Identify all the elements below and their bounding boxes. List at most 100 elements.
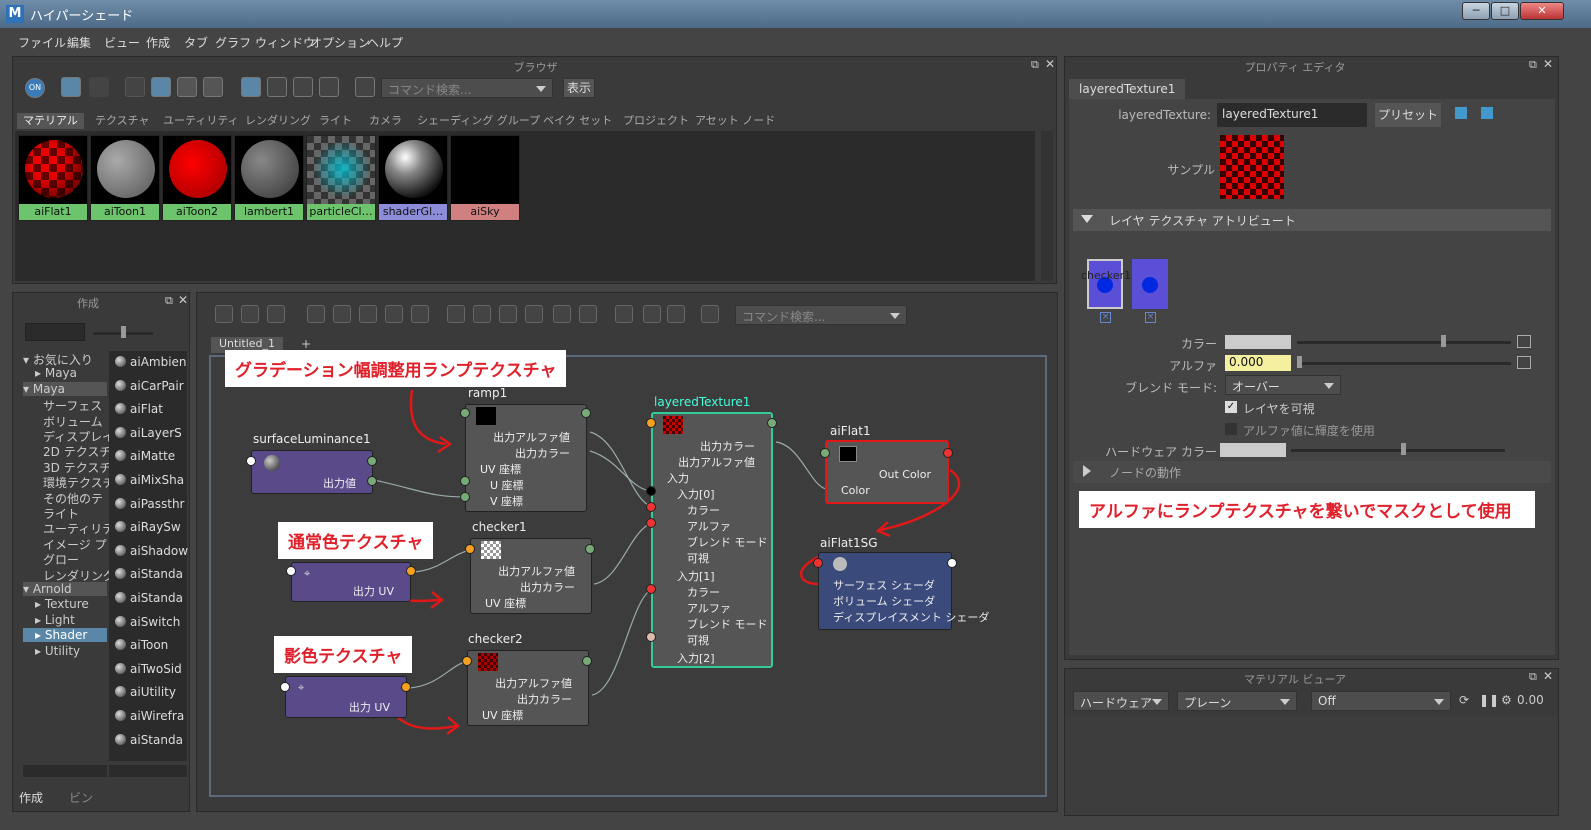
port-label: 出力カラー	[520, 581, 575, 594]
output-port[interactable]	[767, 418, 777, 428]
layer-slot[interactable]	[1132, 259, 1168, 309]
node-checker1[interactable]: 出力アルファ値 出力カラー UV 座標	[470, 538, 592, 614]
output-port[interactable]	[947, 558, 957, 568]
node-surface-luminance[interactable]: 出力値	[251, 450, 373, 494]
pause-icon[interactable]: ❚❚	[1479, 693, 1499, 707]
node-shading-group[interactable]: サーフェス シェーダ ボリューム シェーダ ディスプレイスメント シェーダ	[818, 552, 989, 630]
input-port[interactable]	[646, 486, 656, 496]
alpha-slider[interactable]	[1297, 362, 1511, 365]
port-label: 出力カラー	[517, 693, 572, 706]
alpha-luminance-checkbox[interactable]	[1225, 423, 1237, 435]
wire-lum-to-ramp	[373, 479, 467, 498]
layer-color-dot	[1142, 277, 1158, 293]
hardware-color-slider[interactable]	[1291, 449, 1505, 452]
sample-label: サンプル	[1167, 163, 1215, 177]
color-slider[interactable]	[1297, 341, 1511, 344]
wire-ramp-color	[589, 450, 653, 492]
input-port[interactable]	[646, 584, 656, 594]
port-label: 入力[0]	[677, 488, 715, 501]
node-title-aiflat: aiFlat1	[830, 424, 871, 438]
section-node-behavior[interactable]: ノードの動作	[1073, 461, 1551, 483]
visible-checkbox[interactable]: ✓	[1225, 401, 1237, 413]
node-layered-texture[interactable]: 出力カラー 出力アルファ値 入力 入力[0] カラー アルファ ブレンド モード…	[651, 412, 773, 668]
input-port[interactable]	[462, 656, 472, 666]
map-button-icon[interactable]	[1517, 356, 1531, 369]
port-label: 出力アルファ値	[678, 456, 755, 469]
remove-layer-icon[interactable]: ×	[1145, 312, 1156, 323]
material-viewer-title: マテリアル ビューア	[1244, 673, 1346, 686]
input-port[interactable]	[646, 418, 656, 428]
input-port[interactable]	[820, 448, 830, 458]
float-icon[interactable]: ⧉	[1529, 670, 1537, 684]
red-arrow-ramp	[409, 389, 447, 446]
input-port[interactable]	[646, 502, 656, 512]
port-label: V 座標	[490, 495, 524, 508]
input-port[interactable]	[465, 544, 475, 554]
wire-ramp-alpha	[589, 431, 653, 508]
blend-mode-select[interactable]: オーバー	[1225, 375, 1341, 395]
node-place2d-2[interactable]: ⌖ 出力 UV	[285, 676, 407, 718]
input-port[interactable]	[286, 566, 296, 576]
input-port[interactable]	[646, 518, 656, 528]
focus-icon[interactable]	[1455, 107, 1467, 119]
color-label: カラー	[1180, 337, 1217, 351]
node-name-input[interactable]: layeredTexture1	[1217, 103, 1367, 127]
node-title-checker1: checker1	[472, 520, 527, 534]
renderer-select[interactable]: ハードウェア	[1073, 691, 1169, 711]
output-port[interactable]	[585, 544, 595, 554]
output-port[interactable]	[582, 656, 592, 666]
hardware-color-handle[interactable]	[1401, 443, 1406, 455]
wire-place2-checker2	[409, 660, 469, 689]
input-port[interactable]	[460, 492, 470, 502]
input-port[interactable]	[646, 632, 656, 642]
output-port[interactable]	[581, 408, 591, 418]
node-checker2[interactable]: 出力アルファ値 出力カラー UV 座標	[467, 650, 589, 726]
color-swatch[interactable]	[1225, 335, 1291, 349]
node-tab[interactable]: layeredTexture1	[1069, 79, 1185, 99]
close-icon[interactable]: ✕	[1543, 57, 1553, 71]
refresh-icon[interactable]: ⟳	[1459, 693, 1469, 707]
settings-icon[interactable]: ⚙	[1501, 693, 1512, 707]
output-port[interactable]	[367, 456, 377, 466]
color-slider-handle[interactable]	[1441, 335, 1446, 347]
port-label: 出力アルファ値	[493, 431, 570, 444]
chevron-down-icon	[1081, 215, 1093, 223]
output-port[interactable]	[401, 682, 411, 692]
layer-slot-selected[interactable]	[1087, 259, 1123, 309]
callout-normal-color: 通常色テクスチャ	[278, 522, 434, 559]
hardware-color-swatch[interactable]	[1220, 443, 1286, 457]
place2d-icon: ⌖	[304, 567, 311, 580]
node-aiflat[interactable]: Out Color Color	[825, 440, 949, 504]
callout-shadow-color: 影色テクスチャ	[274, 636, 413, 673]
close-icon[interactable]: ✕	[1543, 669, 1553, 683]
node-ramp[interactable]: 出力アルファ値 出力カラー UV 座標 U 座標 V 座標	[465, 404, 587, 512]
material-preview-area	[1065, 717, 1558, 815]
input-port[interactable]	[460, 476, 470, 486]
alpha-slider-handle[interactable]	[1297, 356, 1302, 368]
output-port[interactable]	[406, 566, 416, 576]
output-port[interactable]	[367, 476, 377, 486]
map-button-icon[interactable]	[1517, 335, 1531, 348]
output-port[interactable]	[943, 448, 953, 458]
port-label: サーフェス シェーダ	[833, 579, 935, 592]
aiflat-thumbnail	[839, 446, 857, 462]
mode-select[interactable]: Off	[1311, 691, 1451, 711]
port-label-out-uv: 出力 UV	[348, 701, 390, 714]
remove-layer-icon[interactable]: ×	[1100, 312, 1111, 323]
section-layer-attributes[interactable]: レイヤ テクスチャ アトリビュート	[1073, 209, 1551, 231]
node-place2d-1[interactable]: ⌖ 出力 UV	[291, 562, 411, 602]
object-select[interactable]: プレーン	[1177, 691, 1297, 711]
input-port[interactable]	[246, 456, 256, 466]
exposure-value[interactable]: 0.00	[1517, 693, 1544, 707]
ramp-thumbnail	[476, 407, 496, 425]
input-port[interactable]	[460, 408, 470, 418]
port-label: Out Color	[878, 468, 931, 481]
float-icon[interactable]: ⧉	[1529, 58, 1537, 72]
input-port[interactable]	[813, 558, 823, 568]
port-label: UV 座標	[482, 709, 524, 722]
input-port[interactable]	[280, 682, 290, 692]
wire-layered-aiflat	[775, 441, 827, 490]
alpha-input[interactable]: 0.000	[1225, 355, 1291, 371]
copy-tab-icon[interactable]	[1481, 107, 1493, 119]
preset-button[interactable]: プリセット	[1375, 103, 1441, 127]
